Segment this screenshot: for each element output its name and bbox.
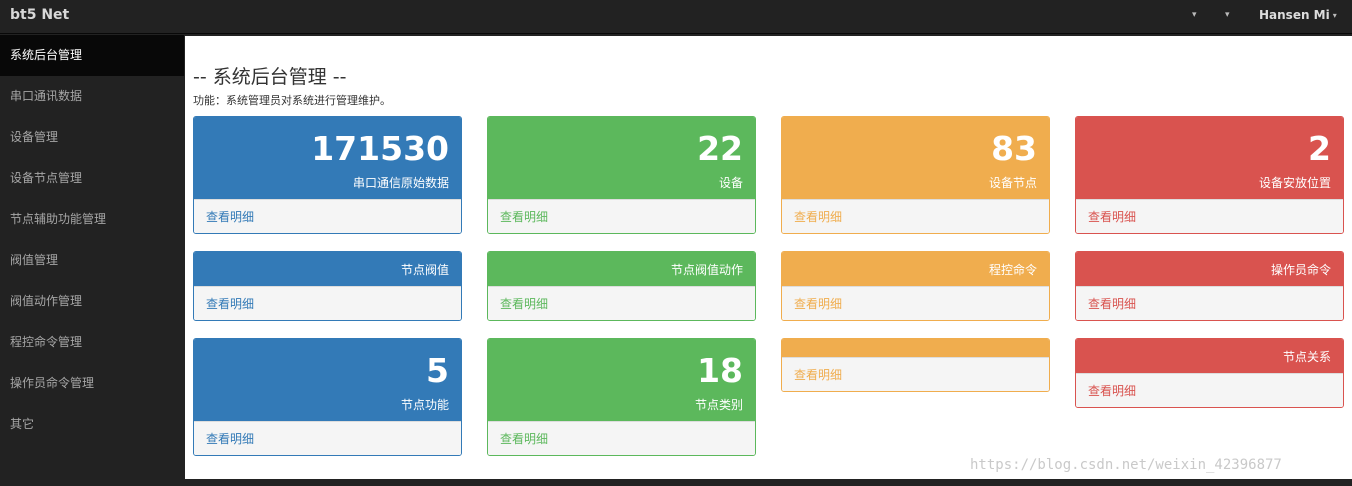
sidebar-item-other[interactable]: 其它 [0,404,184,445]
panel-heading [782,339,1049,357]
panel-label: 节点类别 [694,398,743,412]
panel-count: 2 [1308,129,1331,168]
sidebar-item-device-node-mgmt[interactable]: 设备节点管理 [0,158,184,199]
panel-device-nodes: 83 设备节点 查看明细 [781,116,1050,234]
panel-heading: 2 设备安放位置 [1076,117,1343,199]
panel-program-command: 程控命令 查看明细 [781,251,1050,321]
panel-heading: 18 节点类别 [488,339,755,421]
sidebar-item-serial-data[interactable]: 串口通讯数据 [0,76,184,117]
sidebar-item-operator-cmd-mgmt[interactable]: 操作员命令管理 [0,363,184,404]
page-description: 功能：系统管理员对系统进行管理维护。 [193,94,391,107]
view-details-link[interactable]: 查看明细 [194,199,461,233]
panel-count: 18 [697,351,743,390]
panel-heading: 节点阀值 [194,252,461,286]
panel-label: 操作员命令 [1270,263,1331,277]
view-details-link[interactable]: 查看明细 [194,286,461,320]
panel-label: 设备节点 [988,176,1037,190]
view-details-link[interactable]: 查看明细 [1076,286,1343,320]
user-name: Hansen Mi [1259,8,1330,22]
panel-devices: 22 设备 查看明细 [487,116,756,234]
panel-node-threshold: 节点阀值 查看明细 [193,251,462,321]
panel-heading: 程控命令 [782,252,1049,286]
panel-label: 节点功能 [400,398,449,412]
panel-operator-command: 操作员命令 查看明细 [1075,251,1344,321]
panel-label: 串口通信原始数据 [352,176,449,190]
panel-heading: 5 节点功能 [194,339,461,421]
watermark-url: https://blog.csdn.net/weixin_42396877 [970,457,1282,473]
panel-untitled: 查看明细 [781,338,1050,392]
main-content: -- 系统后台管理 -- 功能：系统管理员对系统进行管理维护。 171530 串… [185,36,1352,479]
top-navbar: bt5 Net ▾ ▾ Hansen Mi ▾ [0,0,1352,34]
panel-label: 程控命令 [988,263,1037,277]
panel-node-threshold-action: 节点阀值动作 查看明细 [487,251,756,321]
sidebar-item-device-mgmt[interactable]: 设备管理 [0,117,184,158]
view-details-link[interactable]: 查看明细 [488,199,755,233]
user-caret-icon: ▾ [1332,11,1337,20]
panel-heading: 171530 串口通信原始数据 [194,117,461,199]
panel-device-locations: 2 设备安放位置 查看明细 [1075,116,1344,234]
user-menu[interactable]: Hansen Mi ▾ [1259,8,1337,22]
panel-heading: 操作员命令 [1076,252,1343,286]
panel-node-function: 5 节点功能 查看明细 [193,338,462,456]
view-details-link[interactable]: 查看明细 [782,286,1049,320]
panel-heading: 节点阀值动作 [488,252,755,286]
view-details-link[interactable]: 查看明细 [782,199,1049,233]
sidebar-item-program-cmd-mgmt[interactable]: 程控命令管理 [0,322,184,363]
view-details-link[interactable]: 查看明细 [194,421,461,455]
panel-count: 171530 [311,129,449,168]
panel-label: 节点关系 [1282,350,1331,364]
sidebar: 系统后台管理 串口通讯数据 设备管理 设备节点管理 节点辅助功能管理 阀值管理 … [0,35,184,486]
sidebar-item-threshold-action-mgmt[interactable]: 阀值动作管理 [0,281,184,322]
panel-label: 设备安放位置 [1258,176,1331,190]
page-title: -- 系统后台管理 -- [193,66,347,88]
view-details-link[interactable]: 查看明细 [488,286,755,320]
panel-label: 设备 [718,176,743,190]
brand-logo[interactable]: bt5 Net [10,7,69,23]
sidebar-item-node-aux-mgmt[interactable]: 节点辅助功能管理 [0,199,184,240]
panel-count: 5 [426,351,449,390]
panel-heading: 节点关系 [1076,339,1343,373]
panel-heading: 22 设备 [488,117,755,199]
panel-count: 22 [697,129,743,168]
view-details-link[interactable]: 查看明细 [782,357,1049,391]
panel-node-category: 18 节点类别 查看明细 [487,338,756,456]
panel-heading: 83 设备节点 [782,117,1049,199]
view-details-link[interactable]: 查看明细 [488,421,755,455]
panel-node-relation: 节点关系 查看明细 [1075,338,1344,408]
dropdown-2-caret-icon[interactable]: ▾ [1225,10,1230,20]
panel-label: 节点阀值动作 [670,263,743,277]
sidebar-item-threshold-mgmt[interactable]: 阀值管理 [0,240,184,281]
bottom-bar [185,479,1352,486]
panel-label: 节点阀值 [400,263,449,277]
view-details-link[interactable]: 查看明细 [1076,373,1343,407]
view-details-link[interactable]: 查看明细 [1076,199,1343,233]
dropdown-1-caret-icon[interactable]: ▾ [1192,10,1197,20]
panel-count: 83 [991,129,1037,168]
sidebar-item-system-admin[interactable]: 系统后台管理 [0,35,184,76]
panel-serial-raw-data: 171530 串口通信原始数据 查看明细 [193,116,462,234]
